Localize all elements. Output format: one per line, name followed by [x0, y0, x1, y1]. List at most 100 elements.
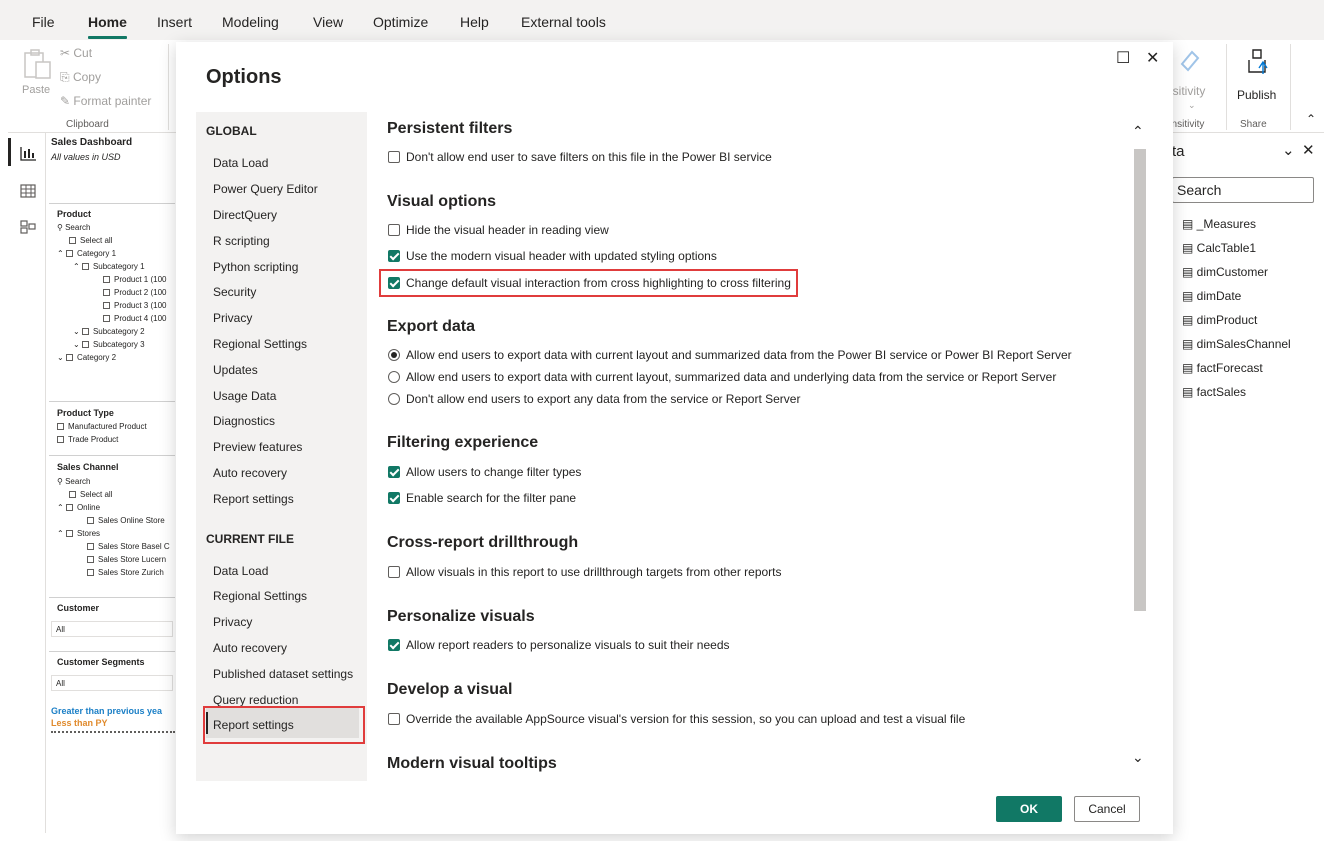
- nav-item-python-scripting[interactable]: Python scripting: [213, 260, 298, 274]
- table-item[interactable]: ▤ _Measures: [1182, 217, 1256, 231]
- tab-optimize[interactable]: Optimize: [373, 14, 428, 30]
- cancel-button[interactable]: Cancel: [1074, 796, 1140, 822]
- tab-file[interactable]: File: [32, 14, 55, 30]
- dont-save-filters-option[interactable]: Don't allow end user to save filters on …: [388, 150, 772, 164]
- nav-item-r-scripting[interactable]: R scripting: [213, 234, 270, 248]
- checkbox[interactable]: [69, 491, 76, 499]
- checkbox[interactable]: [388, 151, 400, 163]
- scroll-up-icon[interactable]: ⌃: [1132, 123, 1144, 140]
- checkbox[interactable]: [57, 436, 64, 444]
- slicer-item[interactable]: ⌃ Category 1: [57, 249, 116, 258]
- slicer-item[interactable]: Product 2 (100: [103, 288, 166, 297]
- nav-item-preview-features[interactable]: Preview features: [213, 440, 302, 454]
- sales-channel-search[interactable]: ⚲ Search: [57, 477, 90, 486]
- nav-item-file-privacy[interactable]: Privacy: [213, 615, 252, 629]
- radio[interactable]: [388, 393, 400, 405]
- nav-item-security[interactable]: Security: [213, 285, 256, 299]
- slicer-item[interactable]: Sales Online Store: [87, 516, 165, 525]
- checkbox[interactable]: [65, 504, 73, 512]
- slicer-item[interactable]: ⌄ Subcategory 2: [73, 327, 145, 336]
- slicer-item[interactable]: Sales Store Lucern: [87, 555, 166, 564]
- checkbox[interactable]: [65, 250, 73, 258]
- radio-selected[interactable]: [388, 349, 400, 361]
- checkbox[interactable]: [388, 224, 400, 236]
- nav-item-file-auto-recovery[interactable]: Auto recovery: [213, 641, 287, 655]
- checkbox-checked[interactable]: [388, 466, 400, 478]
- slicer-item[interactable]: Sales Store Zurich: [87, 568, 164, 577]
- checkbox-checked[interactable]: [388, 639, 400, 651]
- paste-button[interactable]: Paste: [18, 48, 54, 108]
- checkbox[interactable]: [388, 566, 400, 578]
- slicer-item[interactable]: Select all: [69, 490, 112, 499]
- data-search-input[interactable]: Search: [1172, 177, 1314, 203]
- nav-item-global-regional-settings[interactable]: Regional Settings: [213, 337, 307, 351]
- cut-button[interactable]: ✂ Cut: [60, 46, 92, 60]
- nav-item-global-privacy[interactable]: Privacy: [213, 311, 252, 325]
- checkbox-checked[interactable]: [388, 492, 400, 504]
- slicer-item[interactable]: ⌄ Subcategory 3: [73, 340, 145, 349]
- checkbox[interactable]: [388, 713, 400, 725]
- table-item[interactable]: ▤ dimProduct: [1182, 313, 1257, 327]
- customer-segments-dropdown[interactable]: All: [51, 675, 173, 691]
- nav-item-global-auto-recovery[interactable]: Auto recovery: [213, 466, 287, 480]
- filter-pane-search-option[interactable]: Enable search for the filter pane: [388, 491, 576, 505]
- maximize-icon[interactable]: ☐: [1116, 48, 1130, 68]
- nav-item-usage-data[interactable]: Usage Data: [213, 389, 276, 403]
- nav-item-global-report-settings[interactable]: Report settings: [213, 492, 294, 506]
- copy-button[interactable]: ⎘ Copy: [60, 70, 101, 85]
- slicer-item[interactable]: ⌄ Category 2: [57, 353, 116, 362]
- nav-item-global-data-load[interactable]: Data Load: [213, 156, 268, 170]
- personalize-visuals-option[interactable]: Allow report readers to personalize visu…: [388, 638, 730, 652]
- table-item[interactable]: ▤ CalcTable1: [1182, 241, 1256, 255]
- drillthrough-option[interactable]: Allow visuals in this report to use dril…: [388, 565, 782, 579]
- table-item[interactable]: ▤ factSales: [1182, 385, 1246, 399]
- modern-visual-header-option[interactable]: Use the modern visual header with update…: [388, 249, 717, 263]
- hide-visual-header-option[interactable]: Hide the visual header in reading view: [388, 223, 609, 237]
- slicer-item[interactable]: Product 3 (100: [103, 301, 166, 310]
- collapse-ribbon-icon[interactable]: ⌃: [1306, 112, 1316, 126]
- checkbox[interactable]: [65, 530, 73, 538]
- report-view-icon[interactable]: [19, 145, 37, 161]
- slicer-item[interactable]: ⌃ Subcategory 1: [73, 262, 145, 271]
- checkbox[interactable]: [87, 517, 94, 525]
- table-item[interactable]: ▤ factForecast: [1182, 361, 1263, 375]
- change-filter-types-option[interactable]: Allow users to change filter types: [388, 465, 581, 479]
- options-scrollbar[interactable]: ⌃ ⌄: [1131, 123, 1149, 775]
- export-underlying-option[interactable]: Allow end users to export data with curr…: [388, 370, 1056, 384]
- table-item[interactable]: ▤ dimDate: [1182, 289, 1241, 303]
- nav-item-diagnostics[interactable]: Diagnostics: [213, 414, 275, 428]
- checkbox-checked[interactable]: [388, 250, 400, 262]
- slicer-item[interactable]: Sales Store Basel C: [87, 542, 170, 551]
- override-appsource-option[interactable]: Override the available AppSource visual'…: [388, 712, 965, 726]
- nav-item-file-regional-settings[interactable]: Regional Settings: [213, 589, 307, 603]
- export-summarized-option[interactable]: Allow end users to export data with curr…: [388, 348, 1072, 362]
- slicer-item[interactable]: ⌃ Online: [57, 503, 100, 512]
- table-view-icon[interactable]: [19, 183, 37, 199]
- scroll-thumb[interactable]: [1134, 149, 1146, 611]
- checkbox[interactable]: [81, 328, 89, 336]
- nav-item-query-reduction[interactable]: Query reduction: [213, 693, 298, 707]
- nav-item-published-dataset-settings[interactable]: Published dataset settings: [213, 667, 353, 681]
- ok-button[interactable]: OK: [996, 796, 1062, 822]
- tab-insert[interactable]: Insert: [157, 14, 192, 30]
- nav-item-updates[interactable]: Updates: [213, 363, 258, 377]
- checkbox[interactable]: [57, 423, 64, 431]
- checkbox[interactable]: [103, 302, 110, 310]
- close-icon[interactable]: ✕: [1146, 48, 1159, 68]
- slicer-item[interactable]: ⌃ Stores: [57, 529, 100, 538]
- scroll-down-icon[interactable]: ⌄: [1132, 749, 1144, 766]
- close-pane-icon[interactable]: ✕: [1302, 141, 1315, 159]
- model-view-icon[interactable]: [19, 219, 37, 235]
- checkbox[interactable]: [87, 569, 94, 577]
- tab-help[interactable]: Help: [460, 14, 489, 30]
- checkbox[interactable]: [69, 237, 76, 245]
- checkbox[interactable]: [87, 543, 94, 551]
- slicer-item[interactable]: Select all: [69, 236, 112, 245]
- checkbox[interactable]: [65, 354, 73, 362]
- nav-item-file-data-load[interactable]: Data Load: [213, 564, 268, 578]
- checkbox[interactable]: [87, 556, 94, 564]
- checkbox[interactable]: [103, 289, 110, 297]
- publish-button[interactable]: Publish: [1233, 46, 1283, 116]
- checkbox[interactable]: [81, 341, 89, 349]
- table-item[interactable]: ▤ dimCustomer: [1182, 265, 1268, 279]
